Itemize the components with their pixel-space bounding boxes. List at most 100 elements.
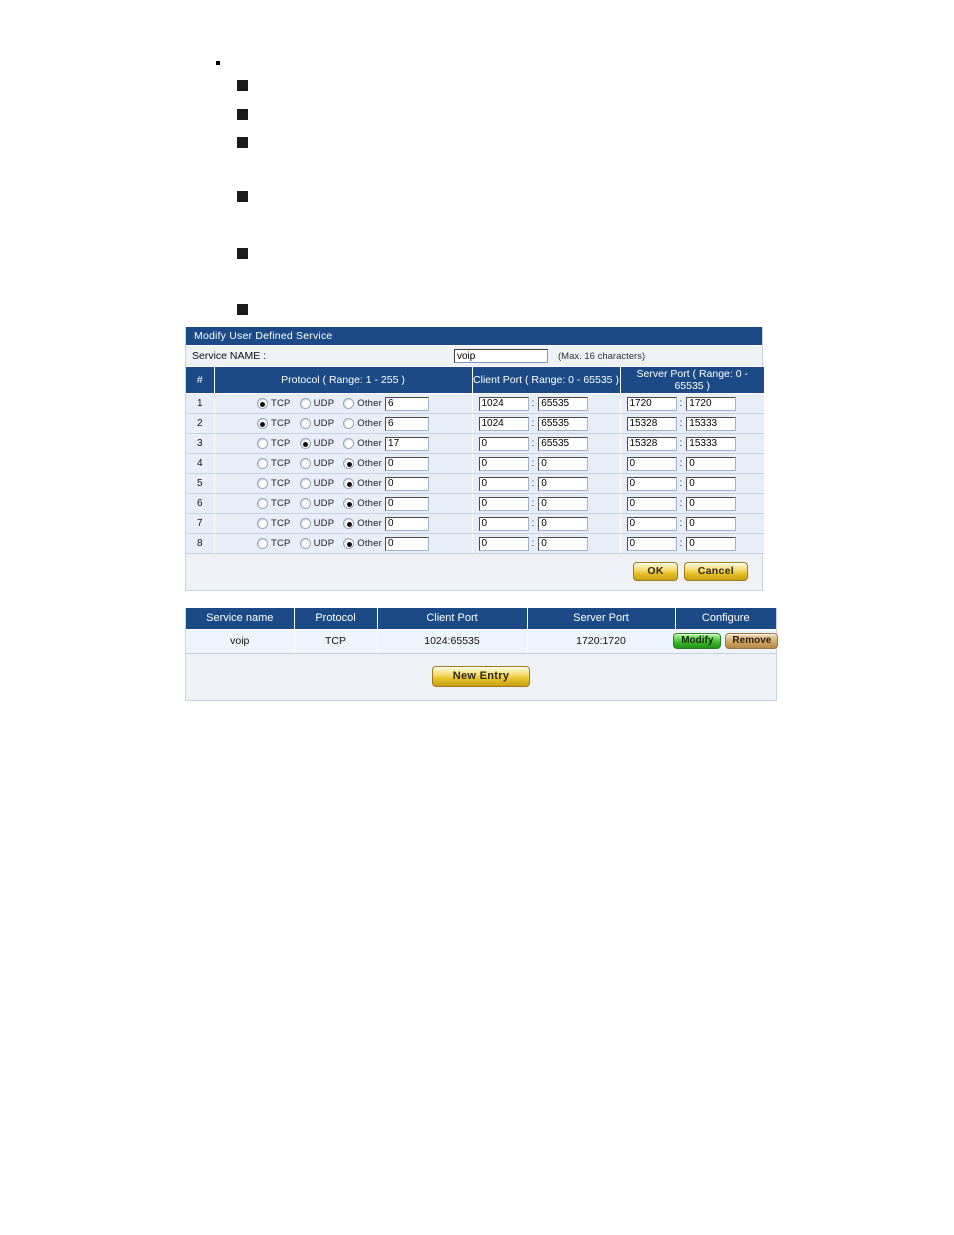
other-radio[interactable] [343,398,355,409]
other-radio[interactable] [343,458,355,469]
other-radio[interactable] [343,518,355,529]
tcp-radio[interactable] [256,478,268,489]
protocol-number-input[interactable] [385,456,430,471]
panel-button-row: OK Cancel [186,554,762,590]
remove-button[interactable]: Remove [725,633,779,649]
other-label: Other [357,518,383,529]
client-port-to-input[interactable] [538,496,589,511]
other-radio[interactable] [343,478,355,489]
protocol-cell: TCP UDP Other [214,473,473,494]
port-separator: : [531,438,535,449]
client-port-to-input[interactable] [538,536,589,551]
client-port-from-input[interactable] [478,416,529,431]
col-protocol: Protocol ( Range: 1 - 255 ) [214,367,473,394]
client-port-cell: : [472,513,621,534]
protocol-number-input[interactable] [385,436,430,451]
service-name-hint: (Max. 16 characters) [558,350,646,362]
udp-radio[interactable] [299,518,311,529]
server-port-cell: : [620,533,764,554]
udp-radio[interactable] [299,478,311,489]
server-port-to-input[interactable] [686,536,737,551]
server-port-to-input[interactable] [686,516,737,531]
new-entry-button[interactable]: New Entry [431,665,531,687]
server-port-from-input[interactable] [626,476,677,491]
square-bullet-icon [237,109,248,120]
ok-button[interactable]: OK [633,562,678,581]
col-client-port: Client Port ( Range: 0 - 65535 ) [472,367,621,394]
server-port-from-input[interactable] [626,436,677,451]
client-port-from-input[interactable] [478,496,529,511]
port-separator: : [679,418,683,429]
server-port-to-input[interactable] [686,396,737,411]
port-separator: : [679,538,683,549]
client-port-from-input[interactable] [478,436,529,451]
udp-radio[interactable] [299,438,311,449]
client-port-to-input[interactable] [538,476,589,491]
other-radio[interactable] [343,538,355,549]
server-port-from-input[interactable] [626,416,677,431]
client-port-from-input[interactable] [478,516,529,531]
new-entry-row: New Entry [186,653,776,700]
row-index: 5 [186,473,215,494]
tcp-radio[interactable] [256,438,268,449]
server-port-to-input[interactable] [686,436,737,451]
protocol-number-input[interactable] [385,476,430,491]
server-port-from-input[interactable] [626,496,677,511]
udp-radio[interactable] [299,418,311,429]
other-label: Other [357,458,383,469]
client-port-to-input[interactable] [538,436,589,451]
row-index: 7 [186,513,215,534]
page-root: Modify User Defined Service Service NAME… [0,0,954,1235]
tcp-radio[interactable] [256,398,268,409]
other-radio[interactable] [343,438,355,449]
service-name-input[interactable] [454,349,548,363]
list-col-server-port: Server Port [527,608,676,630]
server-port-to-input[interactable] [686,476,737,491]
protocol-number-input[interactable] [385,536,430,551]
client-port-from-input[interactable] [478,536,529,551]
client-port-from-input[interactable] [478,396,529,411]
other-radio[interactable] [343,418,355,429]
port-separator: : [679,478,683,489]
client-port-from-input[interactable] [478,456,529,471]
tcp-radio[interactable] [256,518,268,529]
protocol-table-header-row: # Protocol ( Range: 1 - 255 ) Client Por… [186,367,764,394]
udp-radio[interactable] [299,458,311,469]
client-port-to-input[interactable] [538,456,589,471]
client-port-from-input[interactable] [478,476,529,491]
other-radio[interactable] [343,498,355,509]
udp-radio[interactable] [299,498,311,509]
service-name-label: Service NAME : [192,350,267,362]
tcp-radio[interactable] [256,538,268,549]
protocol-number-input[interactable] [385,516,430,531]
tcp-radio[interactable] [256,458,268,469]
server-port-from-input[interactable] [626,516,677,531]
modify-button[interactable]: Modify [673,633,722,649]
server-port-to-input[interactable] [686,416,737,431]
server-port-from-input[interactable] [626,396,677,411]
server-port-cell: : [620,433,764,454]
protocol-number-input[interactable] [385,416,430,431]
port-separator: : [531,418,535,429]
udp-radio[interactable] [299,398,311,409]
other-label: Other [357,498,383,509]
protocol-row: 8 TCP UDP Other:: [186,533,764,554]
server-port-to-input[interactable] [686,456,737,471]
udp-radio[interactable] [299,538,311,549]
server-port-from-input[interactable] [626,536,677,551]
server-port-from-input[interactable] [626,456,677,471]
tcp-radio[interactable] [256,418,268,429]
cancel-button[interactable]: Cancel [683,562,748,581]
client-port-to-input[interactable] [538,416,589,431]
service-list-table: Service name Protocol Client Port Server… [186,608,779,654]
tcp-radio[interactable] [256,498,268,509]
client-port-to-input[interactable] [538,396,589,411]
table-row: voip TCP 1024:65535 1720:1720 Modify Remove [186,629,779,654]
row-index: 2 [186,413,215,434]
server-port-to-input[interactable] [686,496,737,511]
client-port-to-input[interactable] [538,516,589,531]
protocol-number-input[interactable] [385,496,430,511]
protocol-number-input[interactable] [385,396,430,411]
other-label: Other [357,398,383,409]
row-index: 4 [186,453,215,474]
